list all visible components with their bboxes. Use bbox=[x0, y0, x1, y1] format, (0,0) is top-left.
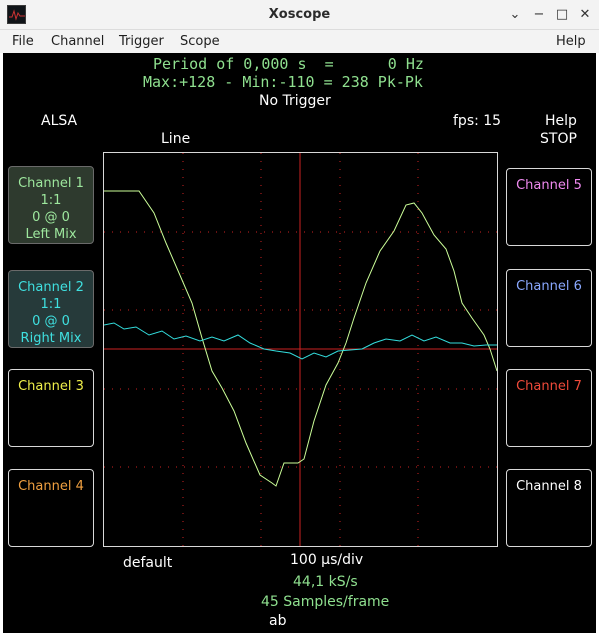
close-icon[interactable]: ✕ bbox=[576, 6, 594, 24]
line-mode-label[interactable]: Line bbox=[161, 131, 190, 147]
channel-2-position: 0 @ 0 bbox=[32, 314, 70, 329]
maximize-icon[interactable]: □ bbox=[553, 6, 571, 24]
menu-help[interactable]: Help bbox=[556, 34, 586, 49]
oscilloscope-screen[interactable] bbox=[103, 152, 498, 547]
channel-2-scale: 1:1 bbox=[40, 297, 62, 312]
stop-button[interactable]: STOP bbox=[540, 131, 577, 147]
scope-display-area[interactable]: Period of 0,000 s = 0 Hz Max:+128 - Min:… bbox=[3, 53, 596, 633]
channel-2-source: Right Mix bbox=[20, 331, 82, 346]
samples-per-frame-readout: 45 Samples/frame bbox=[261, 594, 390, 610]
channel-1-position: 0 @ 0 bbox=[32, 210, 70, 225]
channel-8-panel[interactable]: Channel 8 bbox=[506, 469, 592, 547]
channel-5-title: Channel 5 bbox=[516, 178, 582, 193]
sample-rate-readout: 44,1 kS/s bbox=[293, 574, 358, 590]
channel-7-title: Channel 7 bbox=[516, 379, 582, 394]
channel-1-scale: 1:1 bbox=[40, 193, 62, 208]
channel-4-title: Channel 4 bbox=[18, 479, 84, 494]
channel-1-source: Left Mix bbox=[25, 227, 77, 242]
channel-6-title: Channel 6 bbox=[516, 279, 582, 294]
menu-bar: File Channel Trigger Scope Help bbox=[0, 30, 599, 53]
trigger-status: No Trigger bbox=[259, 93, 331, 109]
minimize-icon[interactable]: − bbox=[530, 6, 548, 24]
fps-readout: fps: 15 bbox=[453, 113, 502, 129]
channel-2-title: Channel 2 bbox=[18, 280, 84, 295]
display-mode-label: ab bbox=[269, 613, 287, 629]
channel-2-panel[interactable]: Channel 2 1:1 0 @ 0 Right Mix bbox=[8, 270, 94, 348]
channel-7-panel[interactable]: Channel 7 bbox=[506, 369, 592, 447]
menu-file[interactable]: File bbox=[12, 34, 34, 49]
channel-1-panel[interactable]: Channel 1 1:1 0 @ 0 Left Mix bbox=[8, 166, 94, 244]
input-source-label: ALSA bbox=[41, 113, 78, 129]
oscilloscope-grid bbox=[104, 153, 497, 546]
channel-5-panel[interactable]: Channel 5 bbox=[506, 168, 592, 246]
channel-6-panel[interactable]: Channel 6 bbox=[506, 269, 592, 347]
window-menu-chevron-icon[interactable]: ⌄ bbox=[506, 6, 524, 24]
timebase-readout[interactable]: 100 µs/div bbox=[290, 552, 363, 568]
help-label[interactable]: Help bbox=[545, 113, 577, 129]
channel-4-panel[interactable]: Channel 4 bbox=[8, 469, 94, 547]
channel-8-title: Channel 8 bbox=[516, 479, 582, 494]
peak-to-peak-readout: Max:+128 - Min:-110 = 238 Pk-Pk bbox=[143, 73, 423, 91]
menu-scope[interactable]: Scope bbox=[180, 34, 220, 49]
channel-3-panel[interactable]: Channel 3 bbox=[8, 369, 94, 447]
channel-3-title: Channel 3 bbox=[18, 379, 84, 394]
profile-label: default bbox=[123, 555, 173, 571]
menu-trigger[interactable]: Trigger bbox=[119, 34, 164, 49]
period-readout: Period of 0,000 s = 0 Hz bbox=[153, 55, 424, 73]
title-bar: Xoscope ⌄ − □ ✕ bbox=[0, 0, 599, 30]
menu-channel[interactable]: Channel bbox=[51, 34, 104, 49]
channel-1-title: Channel 1 bbox=[18, 176, 84, 191]
